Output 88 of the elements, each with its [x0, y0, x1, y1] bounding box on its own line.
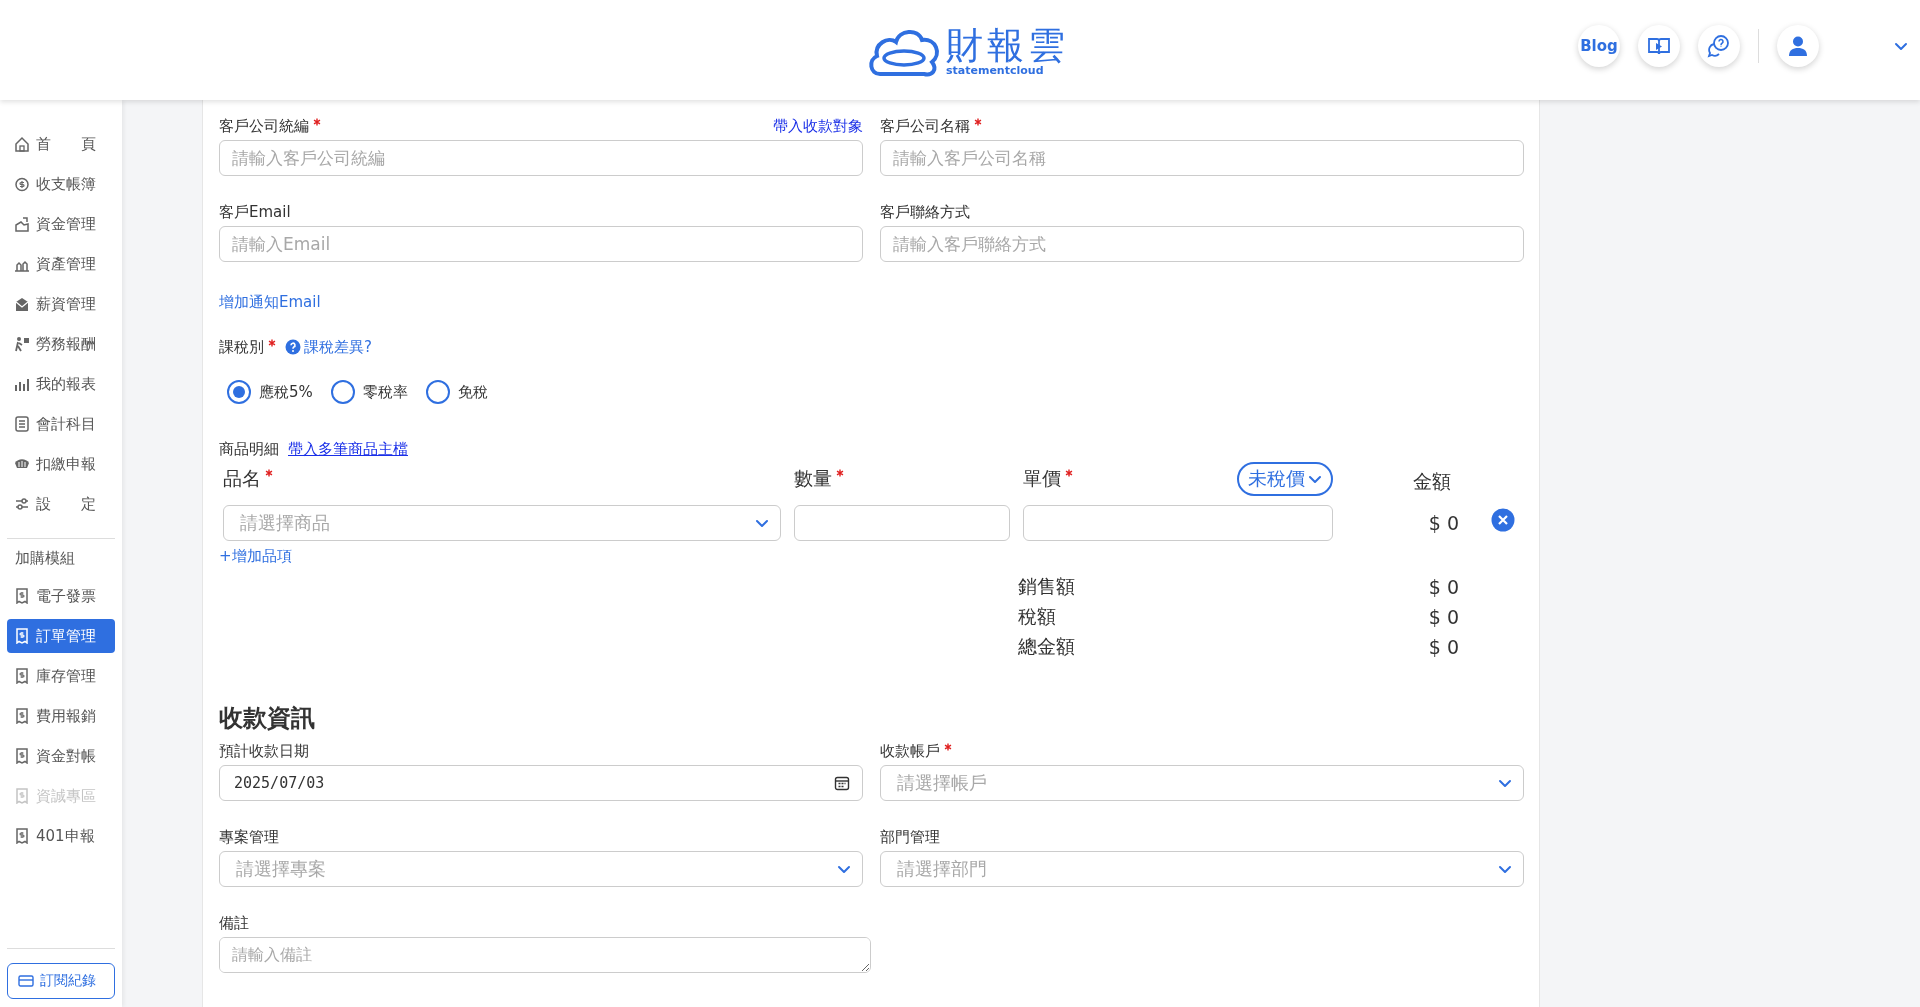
home-icon [14, 136, 30, 152]
calendar-icon [834, 775, 850, 791]
amount-value: $ 0 [1427, 512, 1459, 534]
import-payer-link[interactable]: 帶入收款對象 [773, 116, 863, 136]
notes-field[interactable]: 請輸入備註 [219, 937, 871, 973]
sidebar-item[interactable]: 電子發票 [7, 579, 115, 613]
input-field[interactable]: 請輸入客戶聯絡方式 [880, 226, 1524, 262]
price-mode-dropdown[interactable]: 未稅價 [1237, 462, 1333, 496]
ledger-icon [14, 416, 30, 432]
add-item-link[interactable]: +增加品項 [219, 547, 292, 565]
tax-difference-link[interactable]: 課稅差異? [304, 337, 372, 357]
logo-title: 財報雲 [946, 26, 1069, 64]
sidebar-item[interactable]: 扣繳申報 [7, 447, 115, 481]
user-icon [1787, 35, 1809, 57]
sidebar-item[interactable]: 我的報表 [7, 367, 115, 401]
field-label: 部門管理 [880, 827, 940, 847]
sidebar-item[interactable]: 資金管理 [7, 207, 115, 241]
radio-button[interactable] [425, 380, 450, 404]
receipt-icon [14, 588, 30, 604]
input-field[interactable]: 請輸入Email [219, 226, 863, 262]
card-icon [18, 974, 34, 988]
total-label: 銷售額 [1018, 574, 1075, 599]
logo-subtitle: statementcloud [946, 64, 1044, 76]
field-label: 客戶公司名稱 [880, 116, 970, 136]
column-header: 金額 [1413, 469, 1451, 494]
section-title: 收款資訊 [219, 703, 316, 734]
dollar-coin-icon [14, 176, 30, 192]
remove-row-icon[interactable] [1491, 508, 1515, 532]
video-guide-button[interactable] [1638, 25, 1680, 67]
user-avatar-button[interactable] [1777, 25, 1819, 67]
unit-price-input[interactable] [1023, 505, 1333, 541]
column-header: 品名 [223, 466, 261, 491]
field-label: 課稅別 [219, 337, 264, 357]
input-field[interactable]: 請輸入客戶公司名稱 [880, 140, 1524, 176]
sidebar-item[interactable]: 庫存管理 [7, 659, 115, 693]
book-play-icon [1647, 36, 1671, 56]
total-label: 總金額 [1018, 634, 1075, 659]
help-icon [285, 339, 301, 355]
input-field[interactable]: 請輸入客戶公司統編 [219, 140, 863, 176]
bar-chart-icon [14, 376, 30, 392]
sidebar-item[interactable]: 薪資管理 [7, 287, 115, 321]
sidebar-item[interactable]: 會計科目 [7, 407, 115, 441]
sidebar-item[interactable]: 401申報 [7, 819, 115, 853]
section-label: 商品明細 [219, 440, 279, 459]
radio-label: 應稅5% [259, 382, 313, 402]
blog-button[interactable]: Blog [1578, 25, 1620, 67]
envelope-icon [14, 296, 30, 312]
column-header: 單價 [1023, 466, 1061, 491]
receipt-icon [14, 828, 30, 844]
import-products-link[interactable]: 帶入多筆商品主檔 [288, 440, 408, 459]
sidebar-item[interactable]: 首 頁 [7, 127, 115, 161]
settings-icon [14, 496, 30, 512]
total-value: $ 0 [1428, 606, 1459, 628]
sidebar-item[interactable]: 收支帳簿 [7, 167, 115, 201]
subscription-button[interactable]: 訂閱紀錄 [7, 963, 115, 999]
receipt-icon [14, 668, 30, 684]
field-label: 備註 [219, 913, 249, 933]
sidebar-item[interactable]: 資產管理 [7, 247, 115, 281]
radio-button[interactable] [330, 380, 355, 404]
radio-label: 免稅 [457, 382, 488, 402]
field-label: 客戶公司統編 [219, 116, 309, 136]
radio-label: 零稅率 [362, 382, 408, 402]
section-heading: 加購模組 [15, 549, 76, 568]
sidebar-item[interactable]: 訂單管理 [7, 619, 115, 653]
receipt-icon [14, 628, 30, 644]
column-header: 數量 [794, 466, 832, 491]
quantity-input[interactable] [794, 505, 1010, 541]
field-label: 客戶聯絡方式 [880, 202, 970, 222]
radio-button[interactable] [227, 380, 251, 404]
total-label: 稅額 [1018, 604, 1056, 629]
receipt-icon [14, 748, 30, 764]
field-label: 收款帳戶 [880, 741, 940, 761]
help-chat-button[interactable] [1698, 25, 1740, 67]
sidebar-item[interactable]: 資金對帳 [7, 739, 115, 773]
receipt-icon [14, 788, 30, 804]
running-person-icon [14, 336, 30, 352]
sidebar-item[interactable]: 設 定 [7, 487, 115, 521]
sidebar-item[interactable]: 費用報銷 [7, 699, 115, 733]
field-label: 客戶Email [219, 202, 291, 222]
total-value: $ 0 [1428, 576, 1459, 598]
total-value: $ 0 [1428, 636, 1459, 658]
add-email-link[interactable]: 增加通知Email [219, 293, 321, 311]
receipt-icon [14, 708, 30, 724]
field-label: 專案管理 [219, 827, 279, 847]
chat-help-icon [1707, 34, 1731, 58]
field-label: 預計收款日期 [219, 741, 309, 761]
date-field[interactable]: 2025/07/03 [219, 765, 863, 801]
sidebar-item[interactable]: 勞務報酬 [7, 327, 115, 361]
